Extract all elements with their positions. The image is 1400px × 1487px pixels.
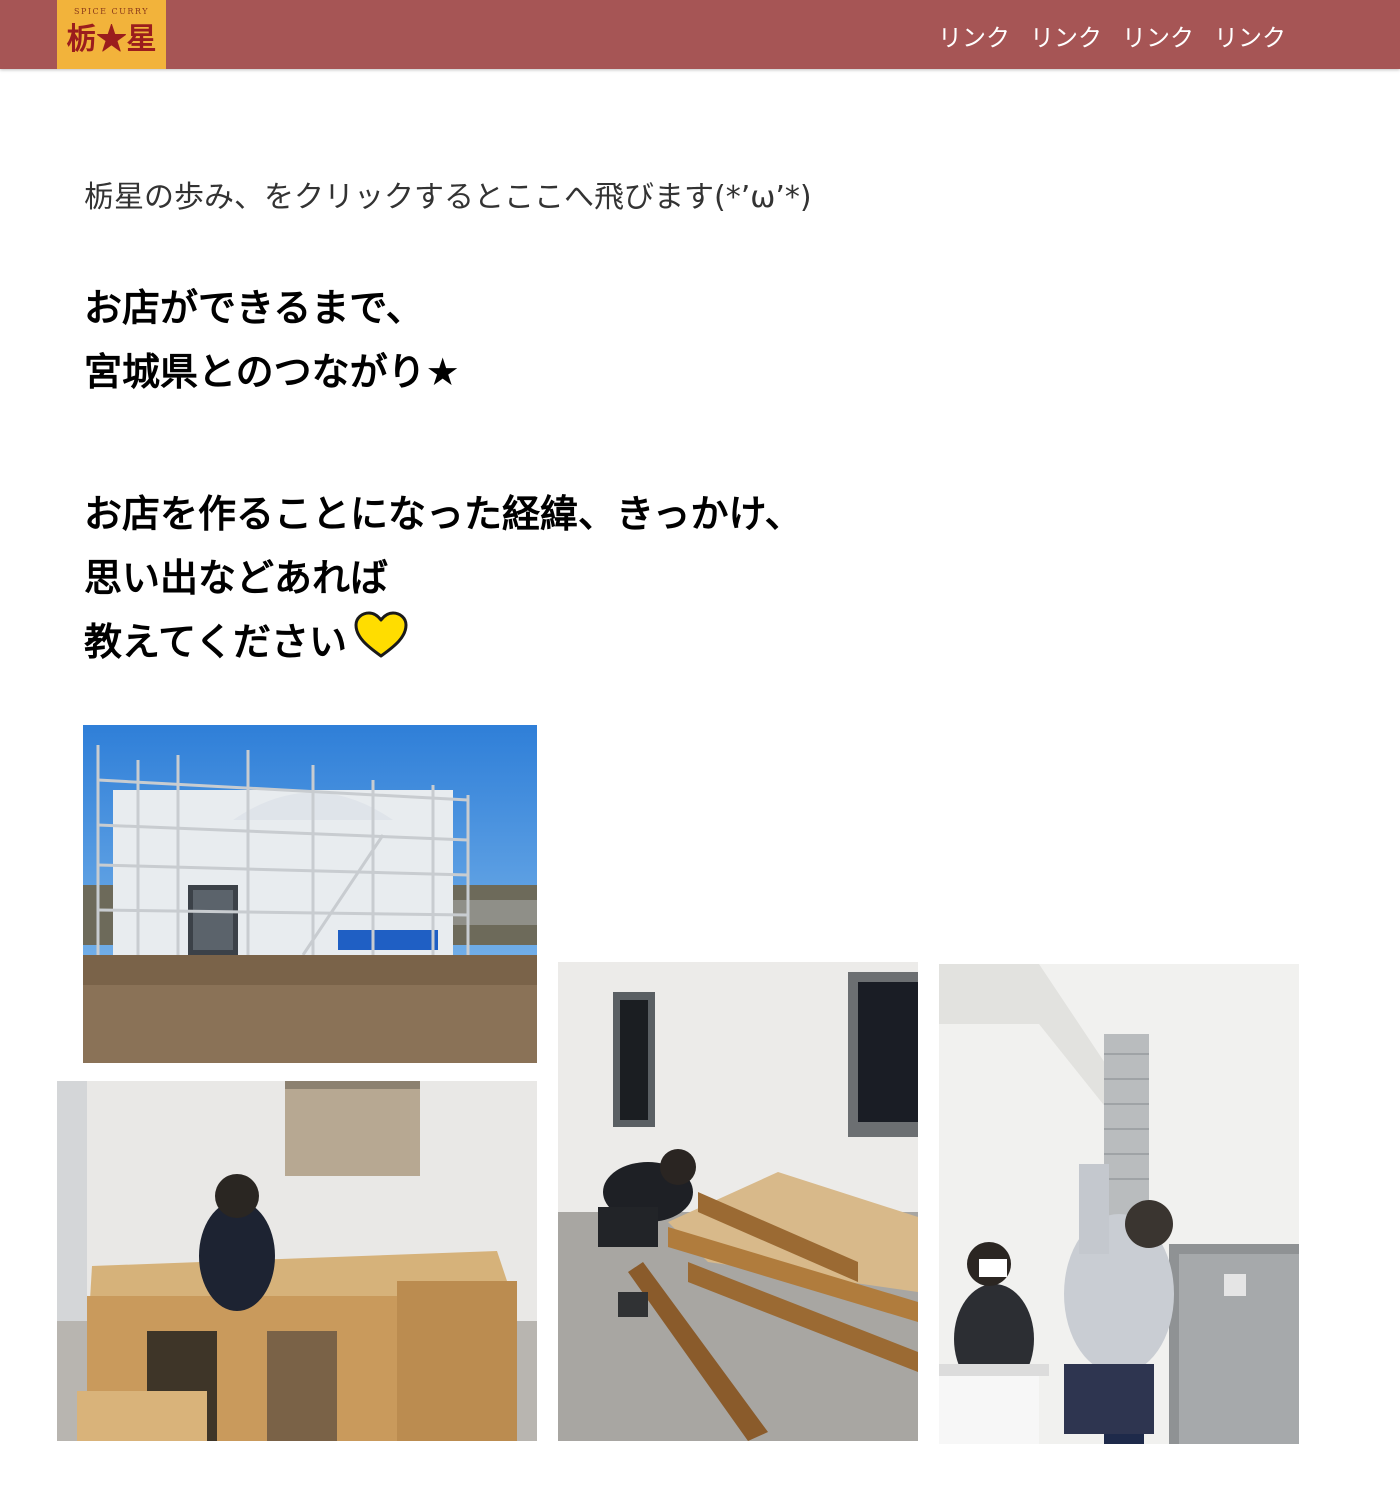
nav-link-4[interactable]: リンク	[1214, 18, 1286, 53]
duct-installation-photo	[939, 964, 1299, 1444]
heading-request: お店を作ることになった経緯、きっかけ、 思い出などあれば 教えてください	[84, 482, 803, 679]
heading-request-line-2: 思い出などあれば	[84, 556, 389, 600]
nav-link-3[interactable]: リンク	[1122, 18, 1194, 53]
heading-request-line-3: 教えてください	[84, 620, 347, 664]
heading-history-line-1: お店ができるまで、	[84, 286, 424, 330]
heading-history-line-2: 宮城県とのつながり★	[84, 350, 460, 394]
nav-link-1[interactable]: リンク	[938, 18, 1010, 53]
nav-link-2[interactable]: リンク	[1030, 18, 1102, 53]
heading-history: お店ができるまで、 宮城県とのつながり★	[84, 276, 460, 404]
intro-text: 栃星の歩み、をクリックするとここへ飛びます(*’ω’*)	[84, 180, 812, 215]
yellow-heart-icon	[353, 610, 409, 679]
heading-request-line-1: お店を作ることになった経緯、きっかけ、	[84, 492, 803, 536]
heading-request-line-3-wrap: 教えてください	[84, 610, 803, 679]
construction-scaffolding-photo	[83, 725, 537, 1063]
raised-floor-platform-photo	[57, 1081, 537, 1441]
main-nav: リンク リンク リンク リンク	[938, 17, 1286, 53]
logo-subtitle: SPICE CURRY	[74, 7, 149, 16]
site-header: SPICE CURRY 栃★星 リンク リンク リンク リンク	[0, 0, 1400, 69]
site-logo[interactable]: SPICE CURRY 栃★星	[57, 0, 166, 69]
logo-title: 栃★星	[66, 22, 157, 57]
floor-frame-assembly-photo	[558, 962, 918, 1441]
